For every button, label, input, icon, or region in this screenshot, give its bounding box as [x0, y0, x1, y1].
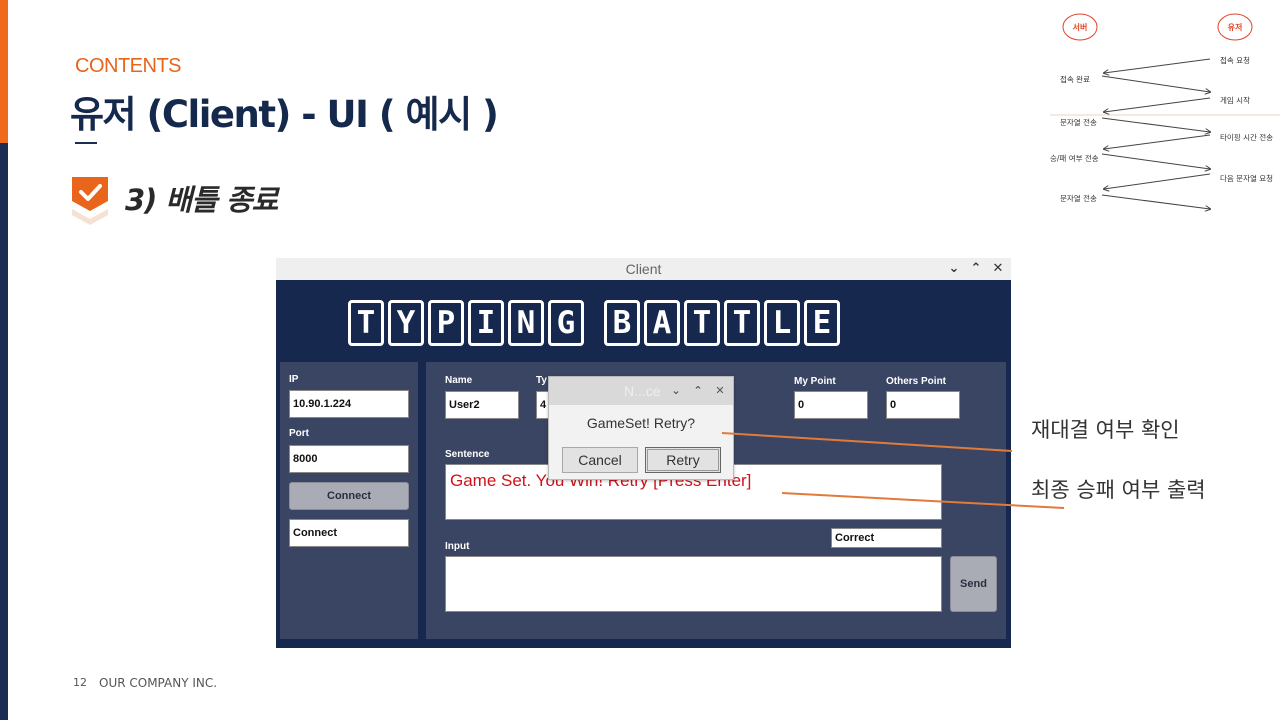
close-icon[interactable]: ✕	[713, 383, 727, 399]
logo-letter: A	[644, 300, 680, 346]
logo-letter: T	[724, 300, 760, 346]
send-button[interactable]: Send	[950, 556, 997, 612]
maximize-icon[interactable]: ⌃	[968, 260, 984, 278]
seq-step: 승/패 여부 전송	[1050, 153, 1099, 163]
rematch-callout: 재대결 여부 확인	[1031, 418, 1180, 442]
chevron-down-icon[interactable]: ⌄	[669, 383, 683, 399]
others-point-value: 0	[886, 391, 960, 419]
seq-step: 문자열 전송	[1060, 117, 1097, 127]
seq-arrow	[1104, 173, 1211, 189]
connection-status: Connect	[289, 519, 409, 547]
logo-letter: E	[804, 300, 840, 346]
chevron-up-icon[interactable]: ⌃	[691, 383, 705, 399]
accent-bar-orange	[0, 0, 8, 143]
typing-input[interactable]	[445, 556, 942, 612]
connect-button[interactable]: Connect	[289, 482, 409, 510]
type-label: Ty	[536, 375, 547, 386]
seq-arrow	[1101, 194, 1210, 209]
my-point-label: My Point	[794, 376, 836, 387]
section-label: CONTENTS	[75, 55, 182, 77]
seq-step: 게임 시작	[1220, 95, 1250, 105]
logo-letter: G	[548, 300, 584, 346]
close-icon[interactable]: ✕	[990, 260, 1006, 278]
section-title: 3) 배틀 종료	[125, 183, 278, 217]
typing-battle-logo: T Y P I N G B A T T L E	[348, 300, 840, 346]
sequence-diagram: 서버 유저 접속 요청 접속 완료 게임 시작 문자열 전송 타이핑 시간 전송…	[1050, 13, 1280, 228]
seq-step: 타이핑 시간 전송	[1220, 132, 1273, 142]
my-point-value: 0	[794, 391, 868, 419]
port-label: Port	[289, 428, 309, 439]
retry-button[interactable]: Retry	[645, 447, 721, 473]
seq-arrow	[1101, 75, 1210, 92]
dialog-message: GameSet! Retry?	[586, 415, 696, 431]
seq-arrow	[1101, 153, 1210, 169]
logo-letter: I	[468, 300, 504, 346]
seq-arrow	[1104, 134, 1211, 149]
input-label: Input	[445, 541, 470, 552]
logo-letter: T	[348, 300, 384, 346]
logo-letter: L	[764, 300, 800, 346]
title-divider	[75, 142, 97, 144]
minimize-icon[interactable]: ⌄	[946, 260, 962, 278]
logo-letter: P	[428, 300, 464, 346]
window-title: Client	[625, 261, 662, 277]
sentence-label: Sentence	[445, 449, 490, 460]
cancel-button[interactable]: Cancel	[562, 447, 638, 473]
name-input[interactable]: User2	[445, 391, 519, 419]
logo-letter: B	[604, 300, 640, 346]
window-titlebar[interactable]: Client ⌄ ⌃ ✕	[276, 258, 1011, 280]
seq-arrow	[1101, 117, 1210, 132]
dialog-titlebar[interactable]: N...ce ⌄ ⌃ ✕	[549, 377, 733, 405]
retry-dialog: N...ce ⌄ ⌃ ✕ GameSet! Retry? Cancel Retr…	[548, 376, 734, 480]
seq-step: 문자열 전송	[1060, 193, 1097, 203]
name-label: Name	[445, 375, 473, 386]
result-status: Correct	[831, 528, 942, 548]
port-input[interactable]: 8000	[289, 445, 409, 473]
seq-arrow	[1104, 97, 1211, 112]
dialog-title: N...ce	[624, 383, 661, 399]
connection-panel: IP 10.90.1.224 Port 8000 Connect Connect	[280, 362, 418, 639]
checkmark-badge-icon	[72, 177, 108, 225]
seq-step: 다음 문자열 요청	[1220, 174, 1273, 183]
logo-spacer	[588, 300, 600, 346]
ip-input[interactable]: 10.90.1.224	[289, 390, 409, 418]
page-number: 12	[73, 676, 87, 689]
seq-arrow	[1104, 58, 1211, 73]
server-label: 서버	[1073, 22, 1088, 32]
logo-letter: Y	[388, 300, 424, 346]
accent-bar-navy	[0, 143, 8, 720]
slide-title: 유저 (Client) - UI ( 예시 )	[70, 93, 499, 136]
user-label: 유저	[1228, 22, 1243, 32]
seq-step: 접속 요청	[1220, 56, 1250, 65]
logo-letter: N	[508, 300, 544, 346]
logo-letter: T	[684, 300, 720, 346]
result-callout: 최종 승패 여부 출력	[1031, 478, 1206, 502]
ip-label: IP	[289, 374, 299, 385]
seq-step: 접속 완료	[1060, 75, 1090, 84]
company-name: OUR COMPANY INC.	[99, 676, 218, 690]
others-point-label: Others Point	[886, 376, 947, 387]
